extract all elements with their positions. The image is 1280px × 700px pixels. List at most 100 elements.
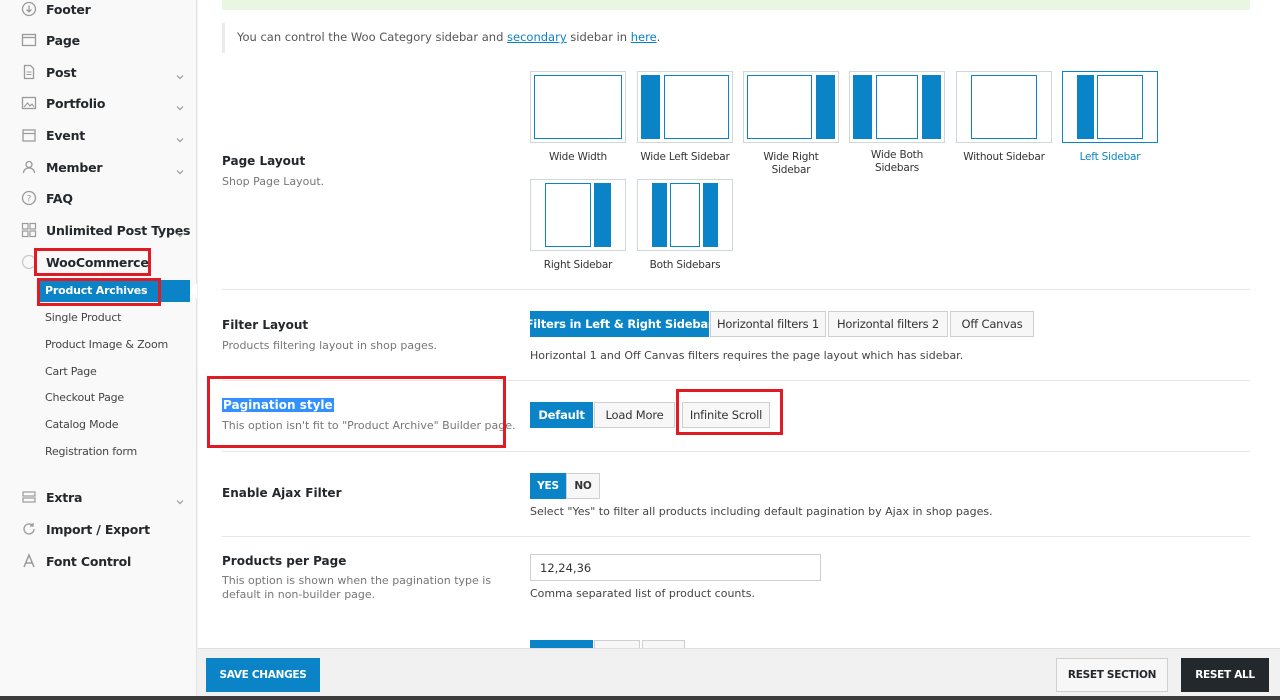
layout-option-wide-left-sidebar[interactable]: Wide Left Sidebar [637, 71, 733, 164]
sidebar-subitem-checkout-page[interactable]: Checkout Page [45, 391, 124, 404]
svg-text:?: ? [27, 195, 32, 205]
layout-option-wide-width[interactable]: Wide Width [530, 71, 626, 164]
layout-preview [1062, 71, 1158, 143]
ajax-filter-no[interactable]: NO [566, 473, 600, 499]
info-notice: You can control the Woo Category sidebar… [222, 23, 1250, 53]
sidebar-item-label: Extra [46, 489, 83, 505]
layout-option-wide-right-sidebar[interactable]: Wide Right Sidebar [743, 71, 839, 177]
sidebar-subitem-cart-page[interactable]: Cart Page [45, 365, 97, 378]
layout-option-without-sidebar[interactable]: Without Sidebar [956, 71, 1052, 164]
next-option[interactable] [594, 640, 640, 648]
ajax-filter-help: Select "Yes" to filter all products incl… [530, 505, 993, 518]
sidebar-item-member[interactable]: Member [0, 152, 197, 182]
layout-option-label: Wide Both Sidebars [870, 149, 924, 174]
secondary-link[interactable]: secondary [507, 30, 567, 44]
filter-option-left-right-sidebar[interactable]: Filters in Left & Right Sidebar [526, 311, 714, 337]
highlight-product-archives [37, 278, 161, 306]
save-changes-button[interactable]: SAVE CHANGES [206, 658, 320, 692]
sidebar-item-footer[interactable]: Footer [0, 0, 197, 24]
question-circle-icon: ? [20, 189, 38, 207]
options-panel: You can control the Woo Category sidebar… [198, 0, 1280, 648]
sidebar-item-event[interactable]: Event [0, 120, 197, 150]
options-sidebar: Footer Page Post Portfolio Event Member [0, 0, 197, 700]
refresh-icon [20, 520, 38, 538]
image-icon [20, 94, 38, 112]
layout-option-label: Without Sidebar [963, 151, 1045, 163]
sidebar-item-label: Member [46, 159, 103, 175]
sidebar-subitem-catalog-mode[interactable]: Catalog Mode [45, 418, 119, 431]
sidebar-item-label: Event [46, 127, 86, 143]
row-divider [222, 289, 1250, 290]
sidebar-item-faq[interactable]: ? FAQ [0, 183, 197, 213]
page-layout-title: Page Layout [222, 154, 306, 168]
layout-preview [637, 179, 733, 251]
products-per-page-title: Products per Page [222, 554, 347, 568]
notice-text: sidebar in [566, 30, 631, 44]
sidebar-item-portfolio[interactable]: Portfolio [0, 88, 197, 118]
sidebar-item-label: Font Control [46, 553, 132, 569]
options-footer: SAVE CHANGES RESET SECTION RESET ALL [198, 648, 1280, 700]
reset-section-button[interactable]: RESET SECTION [1056, 658, 1168, 692]
sidebar-item-label: Footer [46, 1, 91, 17]
chevron-down-icon [175, 162, 185, 175]
reset-all-button[interactable]: RESET ALL [1181, 658, 1269, 692]
notice-text: . [656, 30, 661, 44]
sidebar-item-label: Unlimited Post Types [46, 222, 191, 238]
pagination-option-default[interactable]: Default [530, 402, 593, 428]
chevron-down-icon [175, 225, 185, 238]
chevron-down-icon [175, 130, 185, 143]
sidebar-item-import-export[interactable]: Import / Export [0, 514, 197, 544]
filter-option-horizontal-2[interactable]: Horizontal filters 2 [828, 311, 948, 337]
ajax-filter-yes[interactable]: YES [530, 473, 566, 499]
next-option[interactable] [642, 640, 685, 648]
filter-option-horizontal-1[interactable]: Horizontal filters 1 [710, 311, 826, 337]
layout-option-label: Right Sidebar [543, 259, 613, 271]
here-link[interactable]: here [631, 30, 657, 44]
chevron-down-icon [175, 98, 185, 111]
active-pointer [190, 283, 197, 299]
layout-preview [637, 71, 733, 143]
sidebar-item-extra[interactable]: Extra [0, 482, 197, 512]
font-icon [20, 552, 38, 570]
layout-option-left-sidebar[interactable]: Left Sidebar [1062, 71, 1158, 164]
layout-preview [530, 179, 626, 251]
ajax-filter-title: Enable Ajax Filter [222, 486, 342, 500]
products-per-page-desc: This option is shown when the pagination… [222, 574, 492, 587]
browser-window-icon [20, 31, 38, 49]
sidebar-subitem-single-product[interactable]: Single Product [45, 311, 121, 324]
page-layout-desc: Shop Page Layout. [222, 175, 325, 188]
layout-option-label: Left Sidebar [1079, 151, 1141, 163]
filter-layout-desc: Products filtering layout in shop pages. [222, 339, 438, 352]
layout-option-wide-both-sidebars[interactable]: Wide Both Sidebars [849, 71, 945, 175]
layout-option-both-sidebars[interactable]: Both Sidebars [637, 179, 733, 272]
sidebar-item-label: Portfolio [46, 95, 106, 111]
layout-option-label: Wide Width [548, 151, 608, 163]
sidebar-item-label: Page [46, 32, 80, 48]
notice-text: You can control the Woo Category sidebar… [237, 30, 508, 44]
pagination-option-load-more[interactable]: Load More [594, 402, 675, 428]
sidebar-item-unlimited-post-types[interactable]: Unlimited Post Types [0, 215, 197, 245]
filter-layout-title: Filter Layout [222, 318, 309, 332]
products-per-page-input[interactable]: 12,24,36 [530, 554, 821, 581]
filter-layout-help: Horizontal 1 and Off Canvas filters requ… [530, 349, 964, 362]
stack-icon [20, 488, 38, 506]
sidebar-item-post[interactable]: Post [0, 57, 197, 87]
highlight-woocommerce [34, 248, 151, 276]
row-divider [222, 451, 1250, 452]
products-per-page-desc: default in non-builder page. [222, 588, 376, 601]
filter-option-off-canvas[interactable]: Off Canvas [950, 311, 1034, 337]
document-icon [20, 63, 38, 81]
user-icon [20, 158, 38, 176]
layout-preview [849, 71, 945, 143]
taskbar-edge [0, 696, 1280, 700]
next-option-selected[interactable] [530, 640, 593, 648]
sidebar-subitem-registration-form[interactable]: Registration form [45, 445, 137, 458]
chevron-down-icon [175, 492, 185, 505]
sidebar-item-font-control[interactable]: Font Control [0, 546, 197, 576]
calendar-icon [20, 126, 38, 144]
sidebar-item-page[interactable]: Page [0, 25, 197, 55]
sidebar-subitem-product-image-zoom[interactable]: Product Image & Zoom [45, 338, 168, 351]
row-divider [222, 536, 1250, 537]
layout-option-right-sidebar[interactable]: Right Sidebar [530, 179, 626, 272]
layout-option-label: Both Sidebars [649, 259, 721, 271]
